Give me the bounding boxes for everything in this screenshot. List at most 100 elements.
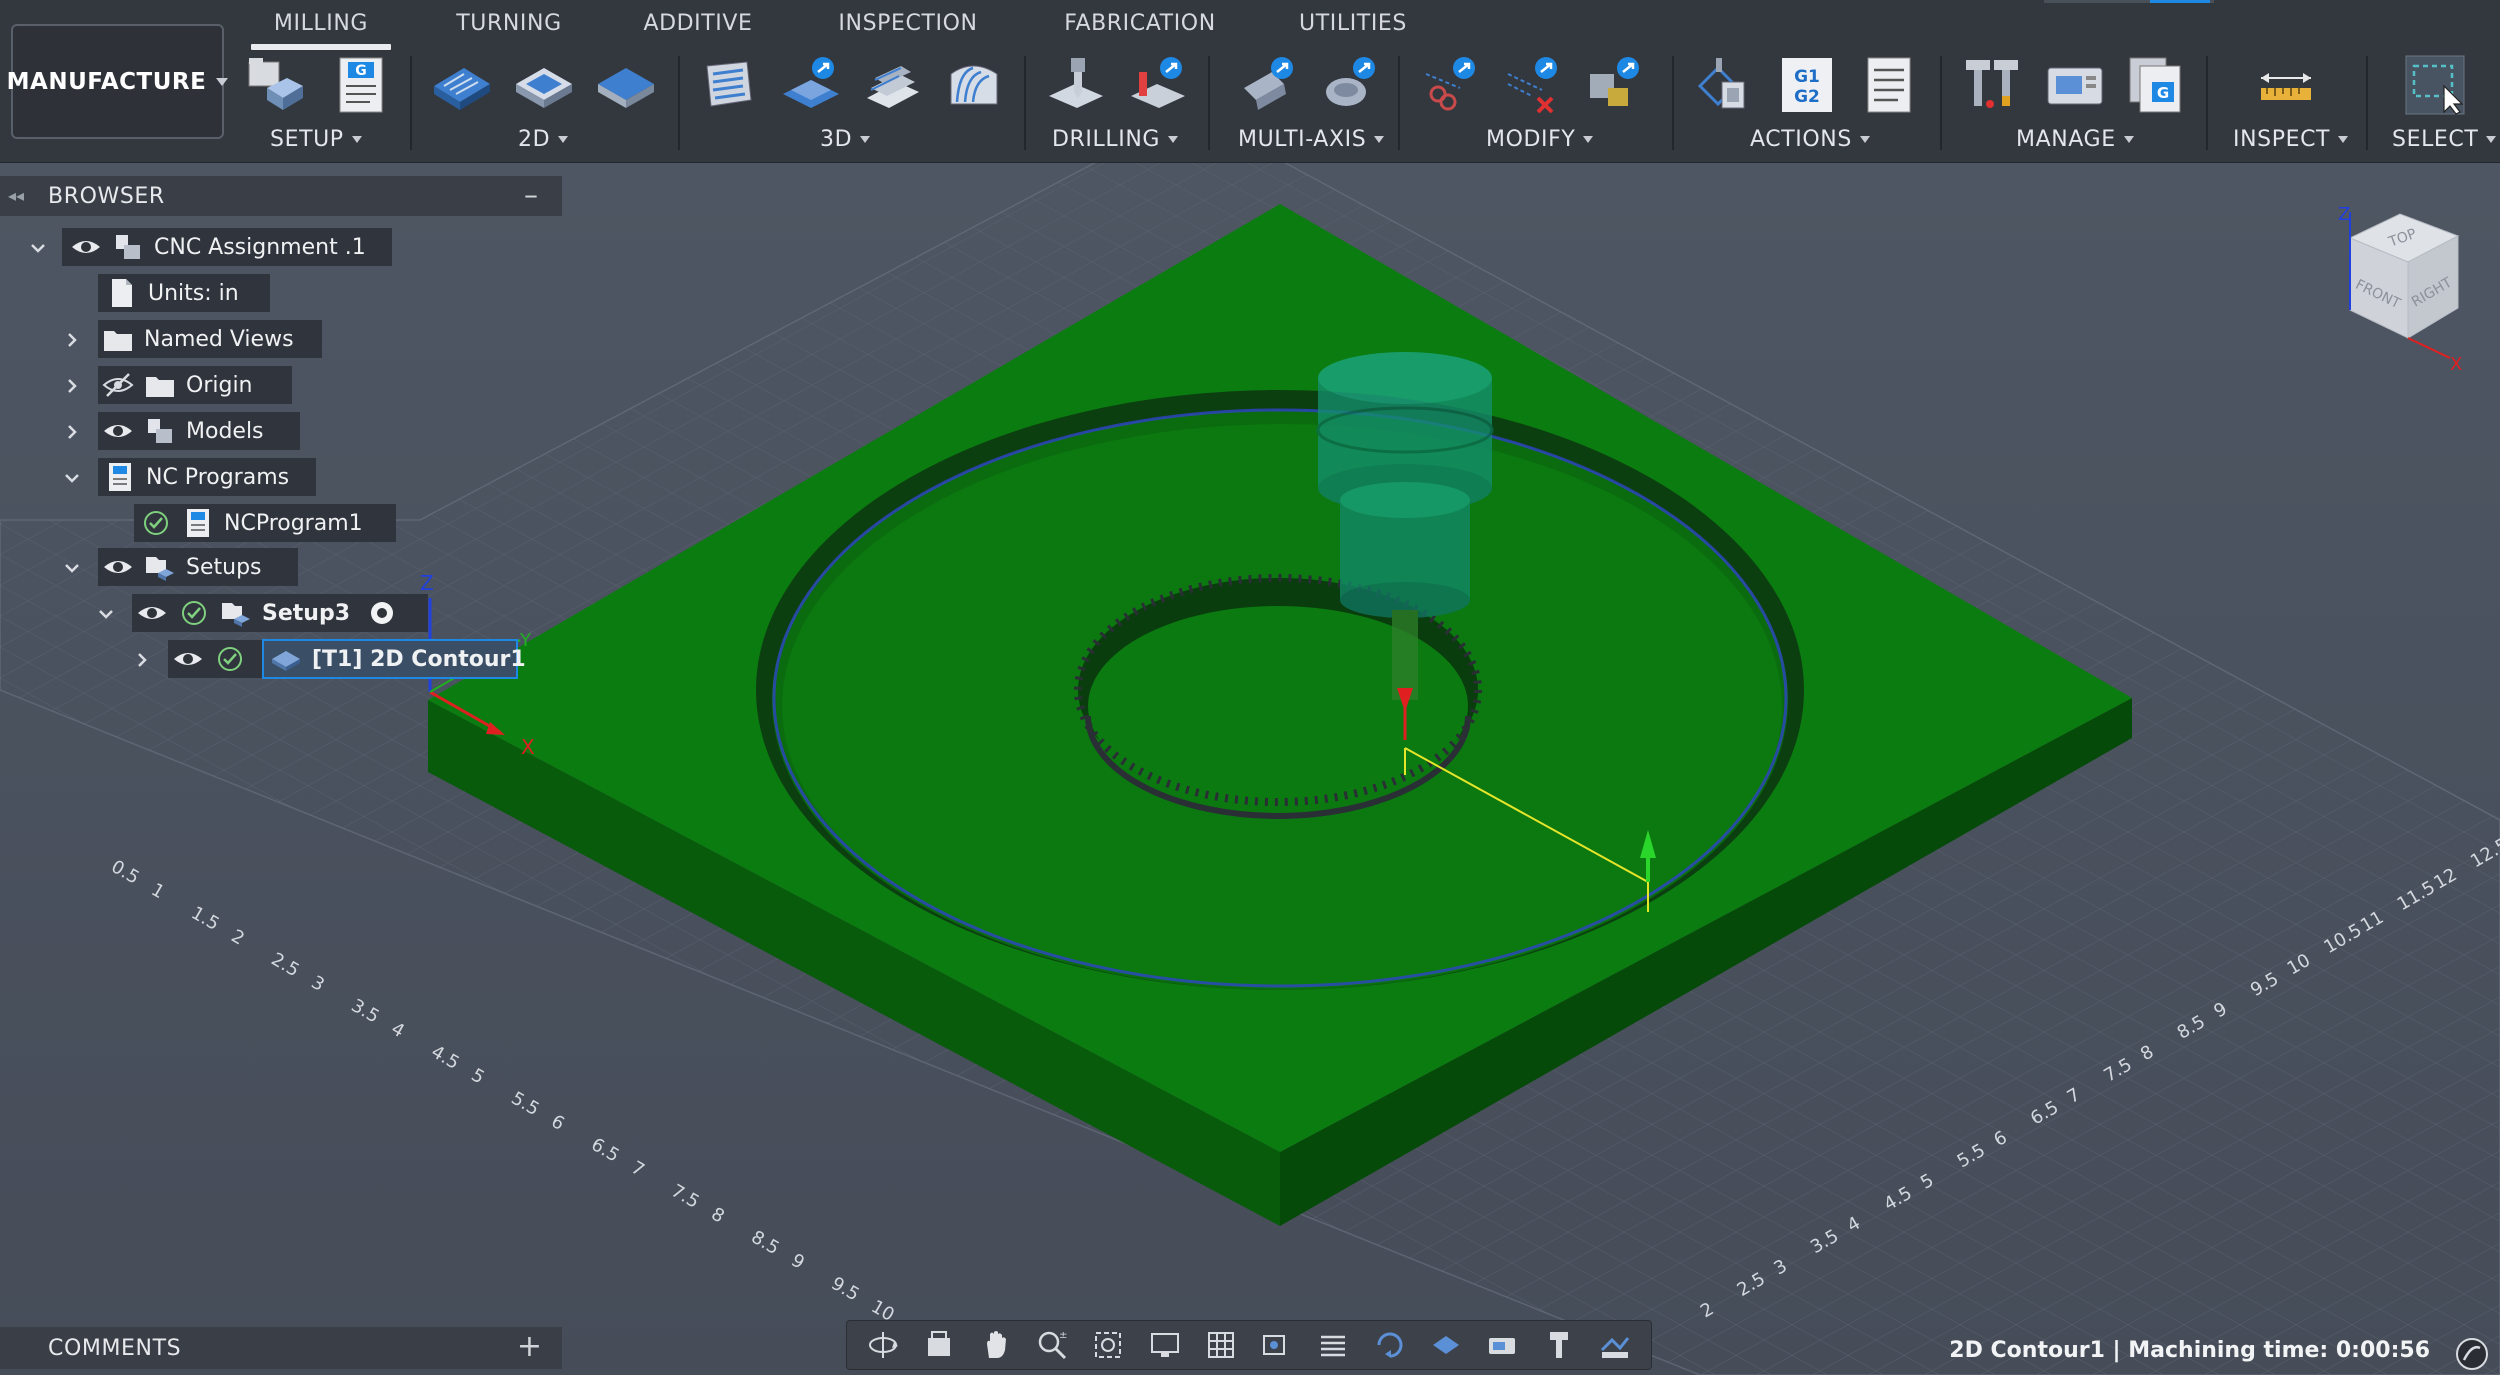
svg-text:G: G xyxy=(2157,84,2169,102)
eye-icon[interactable] xyxy=(136,597,168,629)
window-select-icon[interactable] xyxy=(2404,54,2466,116)
divider xyxy=(678,56,680,150)
chevron-right-icon[interactable] xyxy=(62,376,82,396)
group-actions[interactable]: ACTIONS xyxy=(1750,124,1870,154)
3d-steep-shallow-icon[interactable] xyxy=(861,54,923,116)
group-3d[interactable]: 3D xyxy=(820,124,871,154)
tree-item-setups[interactable]: Setups xyxy=(98,548,298,586)
2d-pocket-icon[interactable] xyxy=(512,54,574,116)
check-circle-icon xyxy=(214,643,246,675)
3d-adaptive-clearing-icon[interactable] xyxy=(697,54,759,116)
eye-icon[interactable] xyxy=(70,231,102,263)
tab-utilities[interactable]: UTILITIES xyxy=(1290,8,1416,40)
tree-item-named-views[interactable]: Named Views xyxy=(98,320,322,358)
toolpath-display-icon[interactable] xyxy=(1595,1325,1635,1365)
setup-icon[interactable] xyxy=(245,54,307,116)
orbit-icon[interactable] xyxy=(863,1325,903,1365)
tree-item-2d-contour1[interactable]: [T1] 2D Contour1 xyxy=(262,639,526,679)
fit-to-window-icon[interactable] xyxy=(1088,1325,1128,1365)
tree-item-ncprogram1[interactable]: NCProgram1 xyxy=(134,504,396,542)
group-select[interactable]: SELECT xyxy=(2392,124,2497,154)
drill-icon[interactable] xyxy=(1045,54,1107,116)
post-library-icon[interactable]: G xyxy=(2126,54,2188,116)
tree-item-models[interactable]: Models xyxy=(98,412,300,450)
stock-visibility-icon[interactable] xyxy=(1426,1325,1466,1365)
machine-view-icon[interactable] xyxy=(1482,1325,1522,1365)
eye-hidden-icon[interactable] xyxy=(102,369,134,401)
zoom-icon[interactable]: ± xyxy=(1032,1325,1072,1365)
face-icon[interactable] xyxy=(594,54,656,116)
group-modify[interactable]: MODIFY xyxy=(1486,124,1594,154)
setup-sheet-icon[interactable] xyxy=(1858,54,1920,116)
divider xyxy=(1208,56,1210,150)
add-comment-icon[interactable]: + xyxy=(517,1331,542,1363)
divider xyxy=(1672,56,1674,150)
minimize-icon[interactable]: – xyxy=(524,181,538,209)
tab-turning[interactable]: TURNING xyxy=(448,8,570,40)
view-cube[interactable]: TOP FRONT RIGHT Z X xyxy=(2320,198,2480,378)
swarf-icon[interactable] xyxy=(1238,54,1300,116)
2d-adaptive-clearing-icon[interactable] xyxy=(430,54,492,116)
dropdown-caret-icon xyxy=(1374,135,1385,143)
3d-scallop-icon[interactable] xyxy=(943,54,1005,116)
chevron-right-icon[interactable] xyxy=(62,422,82,442)
group-setup[interactable]: SETUP xyxy=(270,124,362,154)
dropdown-caret-icon xyxy=(558,135,569,143)
toolpath-edit-icon[interactable] xyxy=(1584,54,1646,116)
viewports-icon[interactable] xyxy=(1257,1325,1297,1365)
chevron-down-icon[interactable] xyxy=(28,238,48,258)
machine-library-icon[interactable] xyxy=(2044,54,2106,116)
tree-item-setup3[interactable]: Setup3 xyxy=(132,594,428,632)
chevron-down-icon[interactable] xyxy=(62,468,82,488)
eye-icon[interactable] xyxy=(172,643,204,675)
group-inspect[interactable]: INSPECT xyxy=(2233,124,2349,154)
delete-passes-icon[interactable] xyxy=(1502,54,1564,116)
simulate-icon[interactable] xyxy=(1694,54,1756,116)
chevron-right-icon[interactable] xyxy=(62,330,82,350)
tab-fabrication[interactable]: FABRICATION xyxy=(1058,8,1222,40)
chevron-down-icon[interactable] xyxy=(62,558,82,578)
measure-icon[interactable] xyxy=(2255,54,2317,116)
3d-pocket-icon[interactable] xyxy=(779,54,841,116)
navigation-bar: ± xyxy=(846,1320,1652,1370)
tree-item-cnc-assignment[interactable]: CNC Assignment .1 xyxy=(62,228,392,266)
collapse-panel-icon[interactable]: ◂◂ xyxy=(8,186,30,206)
dropdown-caret-icon xyxy=(351,135,362,143)
stock-display-icon[interactable] xyxy=(1313,1325,1353,1365)
eye-icon[interactable] xyxy=(102,415,134,447)
active-tab-indicator xyxy=(251,44,391,50)
browser-panel-header: ◂◂ BROWSER – xyxy=(0,176,562,216)
simulation-icon[interactable] xyxy=(1370,1325,1410,1365)
group-drilling[interactable]: DRILLING xyxy=(1052,124,1179,154)
tab-inspection[interactable]: INSPECTION xyxy=(832,8,984,40)
look-at-icon[interactable] xyxy=(919,1325,959,1365)
chevron-down-icon[interactable] xyxy=(96,604,116,624)
trim-toolpath-icon[interactable] xyxy=(1420,54,1482,116)
multi-axis-contour-icon[interactable] xyxy=(1320,54,1382,116)
group-manage[interactable]: MANAGE xyxy=(2016,124,2134,154)
tree-item-nc-programs[interactable]: NC Programs xyxy=(98,458,316,496)
active-setup-icon[interactable] xyxy=(366,597,398,629)
workspace-switcher[interactable]: MANUFACTURE xyxy=(7,24,229,139)
display-settings-icon[interactable] xyxy=(1145,1325,1185,1365)
tree-item-2d-contour1-toggles[interactable] xyxy=(168,640,264,678)
eye-icon[interactable] xyxy=(102,551,134,583)
setups-folder-icon xyxy=(144,551,176,583)
tool-library-icon[interactable] xyxy=(1962,54,2024,116)
tree-item-units[interactable]: Units: in xyxy=(98,274,270,312)
tab-additive[interactable]: ADDITIVE xyxy=(638,8,758,40)
check-circle-icon xyxy=(140,507,172,539)
pan-hand-icon[interactable] xyxy=(976,1325,1016,1365)
hole-recognition-icon[interactable] xyxy=(1127,54,1189,116)
tree-item-origin[interactable]: Origin xyxy=(98,366,292,404)
post-process-icon[interactable]: G1 G2 xyxy=(1776,54,1838,116)
svg-text:Z: Z xyxy=(2338,204,2350,225)
chevron-right-icon[interactable] xyxy=(132,650,152,670)
tool-display-icon[interactable] xyxy=(1539,1325,1579,1365)
nc-program-icon[interactable]: G xyxy=(330,54,392,116)
group-multi-axis[interactable]: MULTI-AXIS xyxy=(1238,124,1385,154)
grid-settings-icon[interactable] xyxy=(1201,1325,1241,1365)
tab-milling[interactable]: MILLING xyxy=(262,8,380,40)
autodesk-status-icon[interactable] xyxy=(2452,1334,2492,1374)
group-2d[interactable]: 2D xyxy=(518,124,569,154)
